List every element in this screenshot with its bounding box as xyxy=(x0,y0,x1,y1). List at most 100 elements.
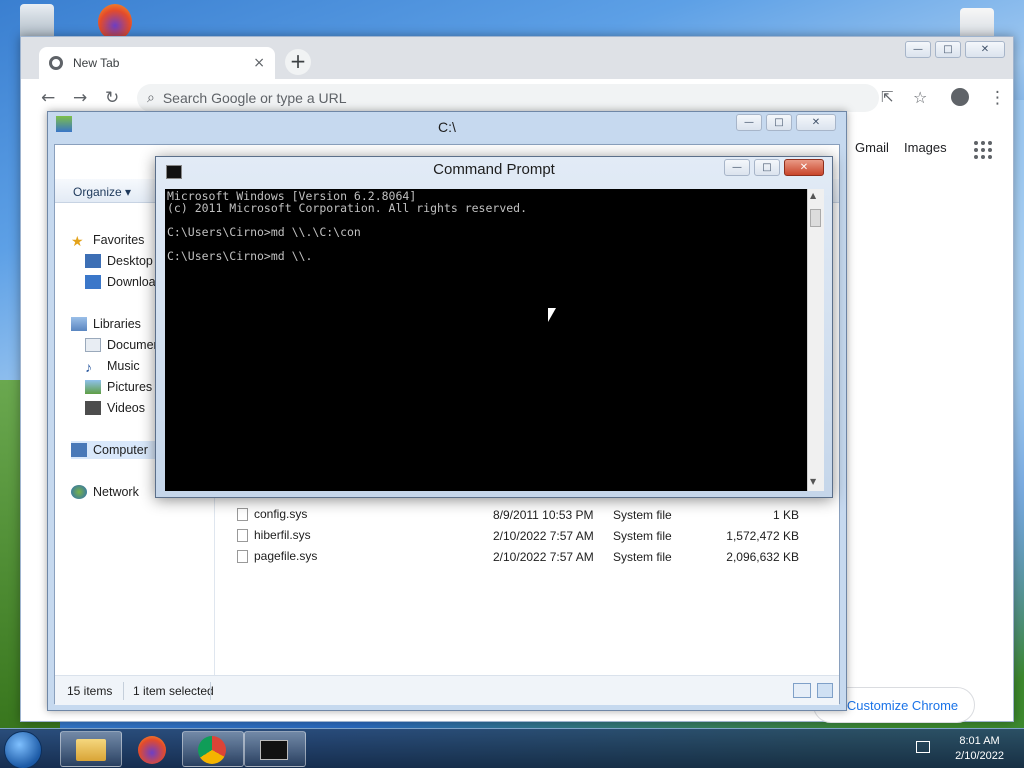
share-icon[interactable]: ⇱ xyxy=(881,88,894,106)
cmd-maximize-button[interactable]: □ xyxy=(754,159,780,176)
file-size: 1,572,472 KB xyxy=(726,529,799,543)
console-line: C:\Users\Cirno>md \\.\C:\con xyxy=(167,225,361,239)
profile-avatar-icon[interactable] xyxy=(951,88,969,106)
back-arrow-icon[interactable]: ← xyxy=(41,88,55,108)
nav-libraries-label: Libraries xyxy=(93,317,141,331)
network-icon xyxy=(71,485,87,499)
organize-button[interactable]: Organize ▾ xyxy=(73,185,131,199)
star-icon: ★ xyxy=(71,233,84,249)
status-divider xyxy=(123,682,124,700)
recycle-bin-icon[interactable] xyxy=(20,4,54,40)
cmd-close-button[interactable]: ✕ xyxy=(784,159,824,176)
console-line: (c) 2011 Microsoft Corporation. All righ… xyxy=(167,201,528,215)
item-count: 15 items xyxy=(67,684,113,698)
file-row[interactable]: config.sys xyxy=(237,507,308,522)
cmd-minimize-button[interactable]: — xyxy=(724,159,750,176)
gmail-link[interactable]: Gmail xyxy=(855,140,889,155)
details-view-icon[interactable] xyxy=(793,683,811,698)
explorer-close-button[interactable]: ✕ xyxy=(796,114,836,131)
tab-new-tab[interactable]: New Tab × xyxy=(39,47,275,79)
bookmark-star-icon[interactable]: ☆ xyxy=(913,88,927,107)
taskbar-command-prompt[interactable] xyxy=(244,731,306,767)
firefox-icon xyxy=(138,736,166,764)
nav-music[interactable]: ♪ Music xyxy=(85,359,140,375)
file-date: 8/9/2011 10:53 PM xyxy=(493,508,594,522)
preview-pane-icon[interactable] xyxy=(817,683,833,698)
images-link[interactable]: Images xyxy=(904,140,947,155)
mouse-cursor-icon xyxy=(548,308,556,322)
scroll-thumb[interactable] xyxy=(810,209,821,227)
file-date: 2/10/2022 7:57 AM xyxy=(493,529,594,543)
firefox-desktop-icon[interactable] xyxy=(98,4,132,40)
file-icon xyxy=(237,508,248,522)
videos-icon xyxy=(85,401,101,415)
command-prompt-window: Command Prompt — □ ✕ Microsoft Windows [… xyxy=(155,156,833,498)
file-name: hiberfil.sys xyxy=(254,528,311,542)
music-icon: ♪ xyxy=(85,359,92,375)
new-tab-button[interactable]: + xyxy=(285,49,311,75)
explorer-maximize-button[interactable]: □ xyxy=(766,114,792,131)
nav-computer-label: Computer xyxy=(93,443,148,457)
documents-icon xyxy=(85,338,101,352)
taskbar: 8:01 AM 2/10/2022 xyxy=(0,728,1024,768)
file-row[interactable]: hiberfil.sys xyxy=(237,528,311,543)
console-output[interactable]: Microsoft Windows [Version 6.2.8064] (c)… xyxy=(165,189,807,491)
status-bar: 15 items 1 item selected xyxy=(55,675,839,705)
customize-chrome-label: Customize Chrome xyxy=(846,697,959,713)
close-tab-icon[interactable]: × xyxy=(253,55,265,71)
desktop-icon xyxy=(85,254,101,268)
file-name: config.sys xyxy=(254,507,308,521)
folder-icon xyxy=(76,739,106,761)
clock-time: 8:01 AM xyxy=(959,735,1000,747)
forward-arrow-icon[interactable]: → xyxy=(73,88,87,108)
clock-date: 2/10/2022 xyxy=(955,750,1004,762)
file-name: pagefile.sys xyxy=(254,549,318,563)
nav-network-label: Network xyxy=(93,485,139,499)
close-button[interactable]: ✕ xyxy=(965,41,1005,58)
explorer-title: C:\ xyxy=(438,119,456,135)
computer-icon xyxy=(71,443,87,457)
pictures-icon xyxy=(85,380,101,394)
nav-music-label: Music xyxy=(107,359,140,373)
minimize-button[interactable]: — xyxy=(905,41,931,58)
network-tray-icon[interactable] xyxy=(916,741,930,753)
file-size: 1 KB xyxy=(772,508,799,522)
nav-desktop-label: Desktop xyxy=(107,254,153,268)
search-icon: ⌕ xyxy=(147,90,155,106)
file-icon xyxy=(237,550,248,564)
taskbar-chrome[interactable] xyxy=(182,731,244,767)
maximize-button[interactable]: □ xyxy=(935,41,961,58)
start-button[interactable] xyxy=(4,731,42,768)
nav-videos-label: Videos xyxy=(107,401,145,415)
file-type: System file xyxy=(613,508,672,522)
file-date: 2/10/2022 7:57 AM xyxy=(493,550,594,564)
status-divider xyxy=(210,682,211,700)
taskbar-explorer[interactable] xyxy=(60,731,122,767)
reload-icon[interactable]: ↻ xyxy=(105,88,119,108)
tab-title: New Tab xyxy=(73,56,120,70)
file-row[interactable]: pagefile.sys xyxy=(237,549,318,564)
chrome-tab-icon xyxy=(49,56,63,70)
chrome-menu-icon[interactable]: ⋮ xyxy=(989,88,1006,108)
scroll-down-icon[interactable]: ▼ xyxy=(810,477,816,486)
explorer-app-icon xyxy=(56,116,72,132)
explorer-window-controls: — □ ✕ xyxy=(736,114,836,131)
omnibox[interactable]: ⌕ Search Google or type a URL xyxy=(137,84,879,112)
file-icon xyxy=(237,529,248,543)
nav-favorites-label: Favorites xyxy=(93,233,145,247)
omnibox-placeholder: Search Google or type a URL xyxy=(162,90,347,106)
scroll-up-icon[interactable]: ▲ xyxy=(810,191,816,200)
taskbar-firefox[interactable] xyxy=(122,731,184,767)
nav-libraries[interactable]: Libraries xyxy=(71,317,141,331)
system-clock[interactable]: 8:01 AM 2/10/2022 xyxy=(955,734,1004,764)
explorer-minimize-button[interactable]: — xyxy=(736,114,762,131)
nav-favorites[interactable]: ★ Favorites xyxy=(71,233,145,249)
cmd-window-controls: — □ ✕ xyxy=(724,159,824,176)
google-apps-icon[interactable] xyxy=(974,141,992,159)
nav-network[interactable]: Network xyxy=(71,485,139,499)
nav-videos[interactable]: Videos xyxy=(85,401,145,415)
nav-pictures[interactable]: Pictures xyxy=(85,380,152,394)
chrome-tab-strip: New Tab × + — □ ✕ xyxy=(21,37,1013,79)
console-scrollbar[interactable]: ▲ ▼ xyxy=(807,189,824,491)
nav-desktop[interactable]: Desktop xyxy=(85,254,153,268)
